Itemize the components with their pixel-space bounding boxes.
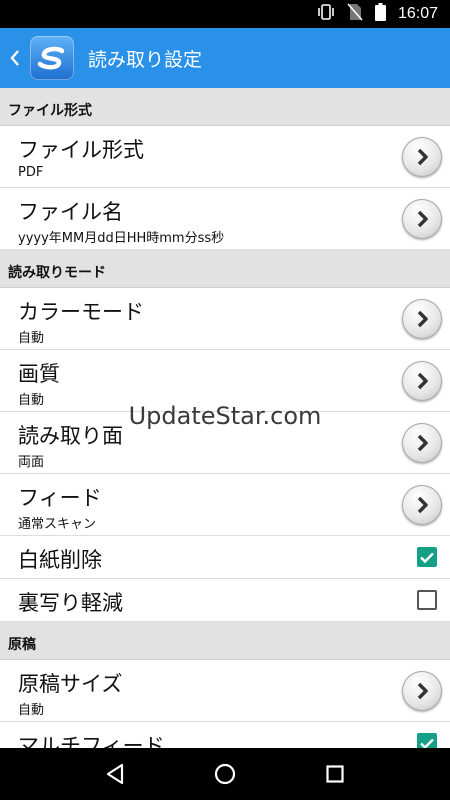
nav-home-button[interactable]	[205, 754, 245, 794]
chevron-right-icon[interactable]	[402, 198, 442, 239]
status-time: 16:07	[397, 5, 438, 22]
triangle-back-icon	[106, 763, 124, 785]
setting-row-feed[interactable]: フィード 通常スキャン	[0, 474, 450, 536]
settings-list[interactable]: ファイル形式 ファイル形式 PDF ファイル名 yyyy年MM月dd日HH時mm…	[0, 88, 450, 748]
vibrate-icon	[317, 4, 335, 24]
setting-title: 画質	[18, 362, 60, 386]
battery-icon	[374, 3, 386, 25]
app-bar: 読み取り設定	[0, 28, 450, 88]
checkbox-checked[interactable]	[417, 733, 437, 748]
setting-value: yyyy年MM月dd日HH時mm分ss秒	[18, 231, 225, 246]
setting-value: 両面	[18, 455, 45, 470]
chevron-right-icon[interactable]	[402, 360, 442, 401]
nav-back-button[interactable]	[95, 754, 135, 794]
status-icons: 16:07	[317, 0, 438, 28]
setting-title: カラーモード	[18, 300, 144, 324]
setting-title: ファイル形式	[18, 138, 144, 162]
chevron-right-icon[interactable]	[402, 670, 442, 711]
setting-value: 自動	[18, 393, 45, 408]
setting-row-paper-size[interactable]: 原稿サイズ 自動	[0, 660, 450, 722]
setting-row-image-quality[interactable]: 画質 自動	[0, 350, 450, 412]
chevron-left-icon	[10, 50, 19, 66]
setting-row-scan-side[interactable]: 読み取り面 両面	[0, 412, 450, 474]
chevron-right-icon[interactable]	[402, 298, 442, 339]
setting-title: ファイル名	[18, 200, 123, 224]
setting-value: 通常スキャン	[18, 517, 97, 532]
navigation-bar	[0, 748, 450, 800]
page-title: 読み取り設定	[88, 48, 203, 71]
chevron-right-icon[interactable]	[402, 136, 442, 177]
nav-recents-button[interactable]	[315, 754, 355, 794]
check-icon	[420, 552, 434, 564]
setting-value: PDF	[18, 165, 44, 180]
checkbox-unchecked[interactable]	[417, 590, 437, 610]
setting-row-multifeed[interactable]: マルチフィード	[0, 722, 450, 748]
section-header-scan-mode: 読み取りモード	[0, 250, 450, 288]
setting-value: 自動	[18, 331, 45, 346]
status-bar: 16:07	[0, 0, 450, 28]
setting-title: 読み取り面	[18, 424, 123, 448]
square-recents-icon	[326, 765, 344, 783]
setting-title: 裏写り軽減	[18, 591, 123, 615]
section-header-document: 原稿	[0, 622, 450, 660]
setting-row-color-mode[interactable]: カラーモード 自動	[0, 288, 450, 350]
app-logo-icon	[30, 36, 74, 80]
setting-title: フィード	[18, 486, 102, 510]
setting-row-bleed-through-reduction[interactable]: 裏写り軽減	[0, 579, 450, 622]
check-icon	[420, 738, 434, 748]
setting-row-file-format[interactable]: ファイル形式 PDF	[0, 126, 450, 188]
chevron-right-icon[interactable]	[402, 422, 442, 463]
chevron-right-icon[interactable]	[402, 484, 442, 525]
setting-row-blank-page-removal[interactable]: 白紙削除	[0, 536, 450, 579]
setting-value: 自動	[18, 703, 45, 718]
back-button[interactable]	[0, 28, 30, 88]
section-header-file-format: ファイル形式	[0, 88, 450, 126]
setting-title: 原稿サイズ	[18, 672, 123, 696]
circle-home-icon	[214, 763, 236, 785]
setting-title: マルチフィード	[18, 734, 165, 748]
setting-row-file-name[interactable]: ファイル名 yyyy年MM月dd日HH時mm分ss秒	[0, 188, 450, 250]
checkbox-checked[interactable]	[417, 547, 437, 567]
no-sim-icon	[347, 3, 363, 25]
setting-title: 白紙削除	[18, 548, 102, 572]
